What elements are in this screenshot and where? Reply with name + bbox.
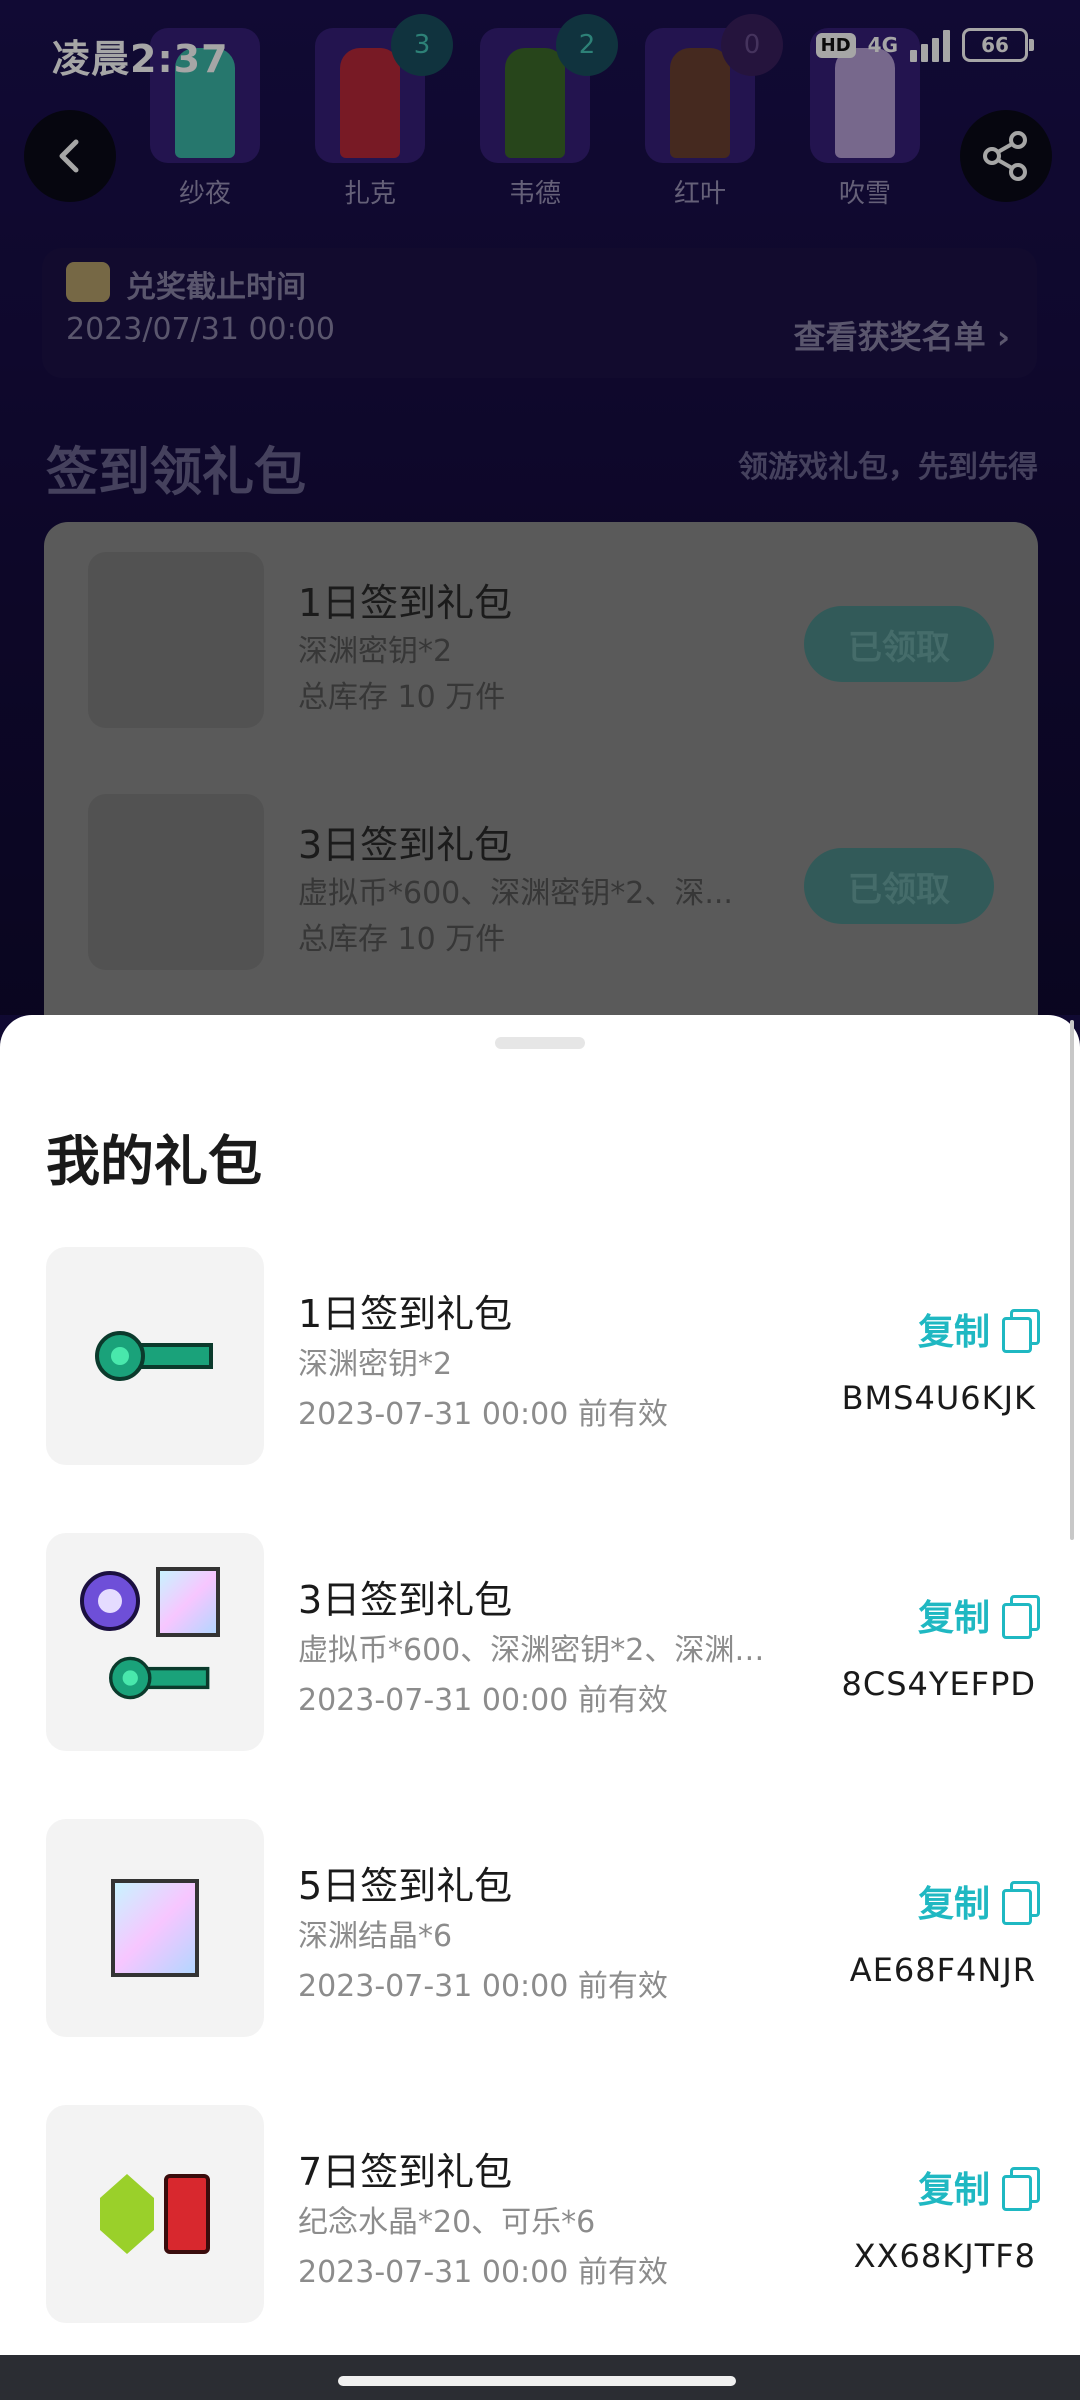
copy-label: 复制 xyxy=(917,1884,990,1925)
gift-desc: 深渊密钥*2 xyxy=(298,1347,453,1382)
key-icon xyxy=(46,1247,264,1465)
copy-label: 复制 xyxy=(917,1598,990,1639)
copy-icon xyxy=(1002,1595,1040,1639)
copy-button[interactable]: 复制 xyxy=(917,2161,1040,2213)
copy-label: 复制 xyxy=(917,1312,990,1353)
gift-title: 1日签到礼包 xyxy=(298,1292,513,1336)
coin-crystal-key-icon xyxy=(46,1533,264,1751)
scrollbar[interactable] xyxy=(1070,1020,1074,1540)
gift-desc: 虚拟币*600、深渊密钥*2、深渊… xyxy=(298,1633,765,1668)
copy-icon xyxy=(1002,1881,1040,1925)
gift-item: 3日签到礼包 虚拟币*600、深渊密钥*2、深渊… 2023-07-31 00:… xyxy=(0,1533,1080,1755)
gift-code: XX68KJTF8 xyxy=(853,2237,1036,2275)
gift-validity: 2023-07-31 00:00 前有效 xyxy=(298,1683,668,1718)
home-indicator[interactable] xyxy=(338,2376,736,2386)
copy-button[interactable]: 复制 xyxy=(917,1589,1040,1641)
gift-code: AE68F4NJR xyxy=(849,1951,1036,1989)
gift-desc: 深渊结晶*6 xyxy=(298,1919,453,1954)
copy-icon xyxy=(1002,2167,1040,2211)
gift-item: 7日签到礼包 纪念水晶*20、可乐*6 2023-07-31 00:00 前有效… xyxy=(0,2105,1080,2327)
copy-label: 复制 xyxy=(917,2170,990,2211)
overlay-scrim[interactable] xyxy=(0,0,1080,1015)
gift-validity: 2023-07-31 00:00 前有效 xyxy=(298,1397,668,1432)
copy-button[interactable]: 复制 xyxy=(917,1303,1040,1355)
gift-desc: 纪念水晶*20、可乐*6 xyxy=(298,2205,596,2240)
gift-code: BMS4U6KJK xyxy=(841,1379,1036,1417)
sheet-drag-handle[interactable] xyxy=(495,1037,585,1049)
gift-title: 3日签到礼包 xyxy=(298,1578,513,1622)
copy-icon xyxy=(1002,1309,1040,1353)
crystal-icon xyxy=(46,1819,264,2037)
gift-validity: 2023-07-31 00:00 前有效 xyxy=(298,2255,668,2290)
sheet-title: 我的礼包 xyxy=(46,1130,262,1193)
gift-code: 8CS4YEFPD xyxy=(841,1665,1036,1703)
my-gifts-sheet: 我的礼包 1日签到礼包 深渊密钥*2 2023-07-31 00:00 前有效 … xyxy=(0,1015,1080,2355)
gift-validity: 2023-07-31 00:00 前有效 xyxy=(298,1969,668,2004)
gift-item: 1日签到礼包 深渊密钥*2 2023-07-31 00:00 前有效 复制 BM… xyxy=(0,1247,1080,1469)
gift-title: 5日签到礼包 xyxy=(298,1864,513,1908)
gift-title: 7日签到礼包 xyxy=(298,2150,513,2194)
gift-item: 5日签到礼包 深渊结晶*6 2023-07-31 00:00 前有效 复制 AE… xyxy=(0,1819,1080,2041)
copy-button[interactable]: 复制 xyxy=(917,1875,1040,1927)
gem-cola-icon xyxy=(46,2105,264,2323)
